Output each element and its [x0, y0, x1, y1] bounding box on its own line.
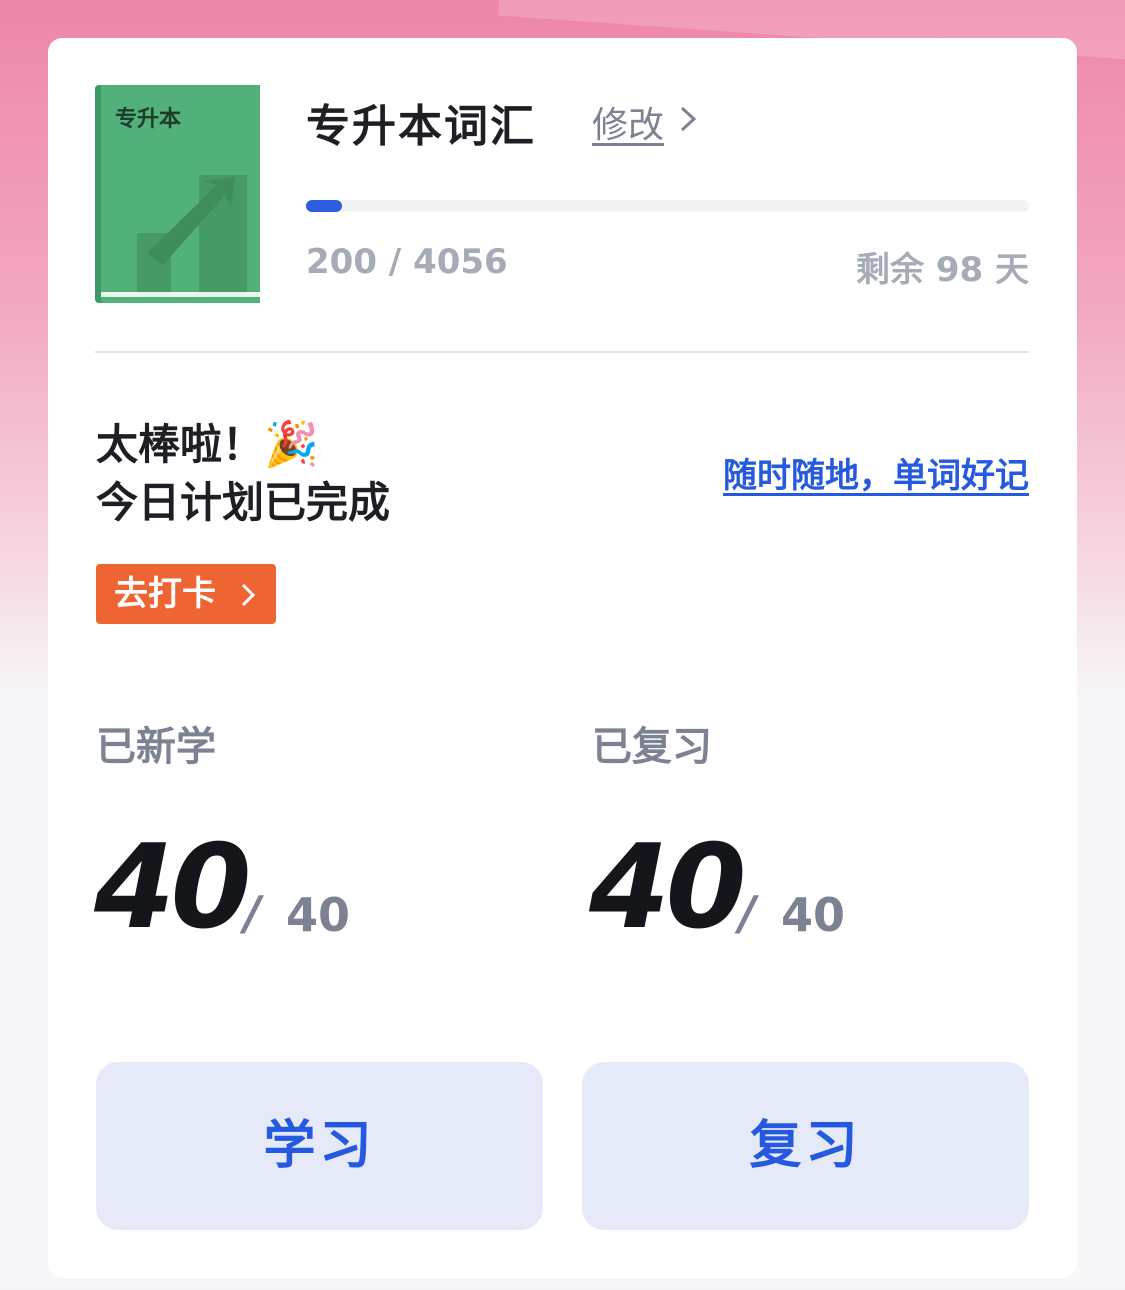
cover-label: 专升本	[115, 107, 182, 132]
plan-card: 专升本 专升本词汇 修改 200 / 4056 剩余 98 天 太棒啦！🎉 今日…	[48, 38, 1077, 1278]
edit-book-link[interactable]: 修改	[592, 96, 664, 148]
book-spine	[95, 85, 101, 303]
new-learned-total: 40	[286, 888, 351, 942]
progress-fill	[306, 200, 342, 212]
study-button[interactable]: 学习	[96, 1062, 543, 1230]
completion-subtitle: 今日计划已完成	[96, 478, 391, 527]
reviewed-total: 40	[781, 888, 846, 942]
book-title: 专升本词汇	[306, 101, 536, 152]
party-popper-icon: 🎉	[264, 419, 319, 470]
completion-message: 太棒啦！🎉 今日计划已完成	[96, 416, 390, 532]
chevron-right-icon[interactable]	[678, 104, 698, 134]
progress-count: 200 / 4056	[306, 242, 508, 282]
checkin-button[interactable]: 去打卡	[96, 564, 276, 624]
book-cover[interactable]: 专升本	[95, 85, 260, 303]
review-button[interactable]: 复习	[582, 1062, 1029, 1230]
completion-title: 太棒啦！	[96, 420, 265, 469]
days-remaining: 剩余 98 天	[856, 250, 1029, 290]
reviewed-slash: /	[739, 886, 756, 940]
book-page-edge	[101, 292, 260, 297]
checkin-label: 去打卡	[114, 574, 216, 614]
new-learned-count: 40	[94, 820, 251, 955]
divider	[95, 351, 1029, 353]
slogan-link[interactable]: 随时随地，单词好记	[723, 448, 1029, 497]
reviewed-label: 已复习	[592, 724, 712, 770]
chevron-right-icon	[241, 583, 256, 607]
new-learned-slash: /	[244, 886, 261, 940]
new-learned-label: 已新学	[96, 724, 216, 770]
reviewed-count: 40	[589, 820, 746, 955]
progress-bar	[306, 200, 1029, 212]
